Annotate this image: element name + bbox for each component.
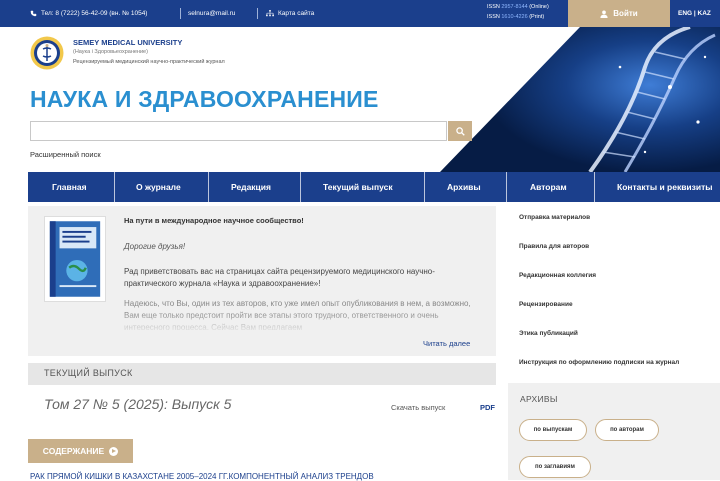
sitemap-text[interactable]: Карта сайта <box>278 0 314 27</box>
sidebar-item-editorial-board[interactable]: Редакционная коллегия <box>519 272 596 279</box>
nav-about[interactable]: О журнале <box>136 172 181 202</box>
sidebar-item-ethics[interactable]: Этика публикаций <box>519 330 578 337</box>
search-button[interactable] <box>448 121 472 141</box>
welcome-title: На пути в международное научное сообщест… <box>124 216 304 225</box>
search-icon <box>455 126 465 136</box>
site-title[interactable]: НАУКА И ЗДРАВООХРАНЕНИЕ <box>30 86 379 113</box>
sidebar-item-subscription[interactable]: Инструкция по оформлению подписки на жур… <box>519 359 679 366</box>
login-button[interactable]: Войти <box>568 0 670 27</box>
nav-editorial[interactable]: Редакция <box>231 172 271 202</box>
journal-description: Рецензируемый медицинский научно-практич… <box>73 59 225 65</box>
current-issue-label: ТЕКУЩИЙ ВЫПУСК <box>44 368 133 378</box>
university-name: SEMEY MEDICAL UNIVERSITY <box>73 38 183 47</box>
issue-title[interactable]: Том 27 № 5 (2025): Выпуск 5 <box>44 396 231 412</box>
contents-button[interactable]: СОДЕРЖАНИЕ <box>28 439 133 463</box>
read-more-link[interactable]: Читать далее <box>423 339 470 348</box>
issn-print-type: (Print) <box>529 14 545 20</box>
phone-text: Тел: 8 (7222) 56-42-09 (вн. № 1054) <box>41 10 148 17</box>
sitemap-icon <box>266 10 274 17</box>
archive-by-title-button[interactable]: по заглавиям <box>519 456 591 478</box>
nav-divider <box>424 172 425 202</box>
top-bar: Тел: 8 (7222) 56-42-09 (вн. № 1054) seln… <box>0 0 720 27</box>
nav-archives[interactable]: Архивы <box>447 172 481 202</box>
nav-divider <box>114 172 115 202</box>
issn-print-number: 1610-4226 <box>501 14 528 20</box>
contents-label: СОДЕРЖАНИЕ <box>42 446 105 456</box>
welcome-greeting: Дорогие друзья! <box>124 242 186 251</box>
hero-wedge <box>440 27 580 172</box>
email-text[interactable]: selnura@mail.ru <box>188 0 235 27</box>
download-issue-label: Скачать выпуск <box>391 403 446 412</box>
main-nav: Главная О журнале Редакция Текущий выпус… <box>28 172 720 202</box>
divider <box>180 8 181 19</box>
advanced-search-link[interactable]: Расширенный поиск <box>30 150 101 159</box>
phone-icon <box>30 10 37 17</box>
email-link[interactable]: selnura@mail.ru <box>188 0 235 27</box>
university-logo <box>30 36 64 70</box>
hero-image <box>440 27 720 172</box>
nav-divider <box>506 172 507 202</box>
nav-authors[interactable]: Авторам <box>530 172 567 202</box>
issn-online-number: 2957-8144 <box>501 4 528 10</box>
sitemap-link[interactable]: Карта сайта <box>266 0 314 27</box>
pdf-link[interactable]: PDF <box>480 403 495 412</box>
nav-home[interactable]: Главная <box>52 172 87 202</box>
archive-by-issue-button[interactable]: по выпускам <box>519 419 587 441</box>
sidebar-item-peer-review[interactable]: Рецензирование <box>519 301 573 308</box>
archive-by-author-button[interactable]: по авторам <box>595 419 659 441</box>
issn-block: ISSN 2957-8144 (Online) ISSN 1610-4226 (… <box>487 2 549 22</box>
nav-divider <box>594 172 595 202</box>
journal-cover-image[interactable] <box>44 216 106 302</box>
sidebar-item-submission[interactable]: Отправка материалов <box>519 214 590 221</box>
arrow-right-icon <box>109 446 119 456</box>
sidebar-item-author-rules[interactable]: Правила для авторов <box>519 243 589 250</box>
university-subtitle: (Наука і Здоровьеохранение) <box>73 49 148 55</box>
nav-divider <box>208 172 209 202</box>
nav-current-issue[interactable]: Текущий выпуск <box>323 172 393 202</box>
language-switcher[interactable]: ENG | KAZ <box>678 0 711 27</box>
archives-title: АРХИВЫ <box>520 394 558 404</box>
user-icon <box>600 10 608 18</box>
phone-info: Тел: 8 (7222) 56-42-09 (вн. № 1054) <box>30 0 147 27</box>
issn-online-type: (Online) <box>529 4 549 10</box>
text-fade-overlay <box>120 312 490 334</box>
login-label: Войти <box>613 9 638 18</box>
issn-label: ISSN <box>487 14 500 20</box>
nav-divider <box>300 172 301 202</box>
divider <box>257 8 258 19</box>
nav-contacts[interactable]: Контакты и реквизиты <box>617 172 713 202</box>
welcome-paragraph: Рад приветствовать вас на страницах сайт… <box>124 267 435 288</box>
issn-label: ISSN <box>487 4 500 10</box>
search-input[interactable] <box>30 121 447 141</box>
